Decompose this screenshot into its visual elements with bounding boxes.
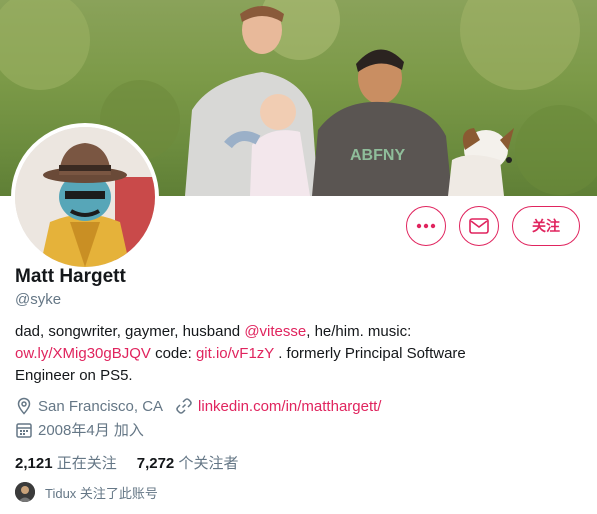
profile-location: San Francisco, CA (38, 397, 164, 415)
following-link[interactable]: 2,121 正在关注 (15, 452, 117, 473)
profile-joined-row: 2008年4月 加入 (15, 419, 144, 440)
profile-avatar[interactable] (11, 123, 159, 271)
svg-text:ABFNY: ABFNY (350, 147, 405, 164)
follow-button[interactable]: 关注 (512, 206, 580, 246)
location-icon (17, 397, 31, 415)
followers-link[interactable]: 7,272 个关注者 (137, 452, 239, 473)
bio-text: Engineer on PS5. (15, 367, 133, 384)
bio-text: . formerly Principal Software (274, 345, 466, 362)
calendar-icon (16, 422, 32, 438)
followers-count: 7,272 (136, 455, 175, 472)
following-label: 正在关注 (56, 455, 117, 472)
bio-text: code: (150, 345, 196, 362)
follower-avatar (15, 482, 35, 502)
message-button[interactable] (459, 206, 499, 246)
profile-bio: dad, songwriter, gaymer, husband @vitess… (15, 321, 575, 387)
profile-website-link[interactable]: linkedin.com/in/matthargett/ (198, 398, 381, 415)
followers-label: 个关注者 (178, 455, 239, 472)
profile-name: Matt Hargett (15, 266, 126, 287)
bio-code-link[interactable]: git.io/vF1zY (196, 345, 274, 362)
more-icon (416, 223, 436, 229)
more-button[interactable] (406, 206, 446, 246)
avatar-image (15, 127, 155, 267)
bio-text: dad, songwriter, gaymer, husband (15, 323, 245, 340)
bio-text: , he/him. music: (306, 323, 412, 340)
profile-joined-date: 2008年4月 加入 (38, 422, 144, 439)
followed-by-text: Tidux 关注了此账号 (45, 485, 158, 501)
profile-handle: @syke (15, 291, 62, 308)
bio-music-link[interactable]: ow.ly/XMig30gBJQV (15, 345, 151, 362)
profile-meta-row: San Francisco, CA linkedin.com/in/mattha… (15, 397, 381, 415)
profile-stats: 2,121 正在关注 7,272 个关注者 (15, 452, 238, 473)
following-count: 2,121 (15, 455, 53, 472)
followed-by-row[interactable]: Tidux 关注了此账号 (15, 482, 158, 502)
bio-mention-link[interactable]: @vitesse (244, 323, 306, 340)
link-icon (176, 398, 192, 414)
mail-icon (469, 218, 489, 234)
